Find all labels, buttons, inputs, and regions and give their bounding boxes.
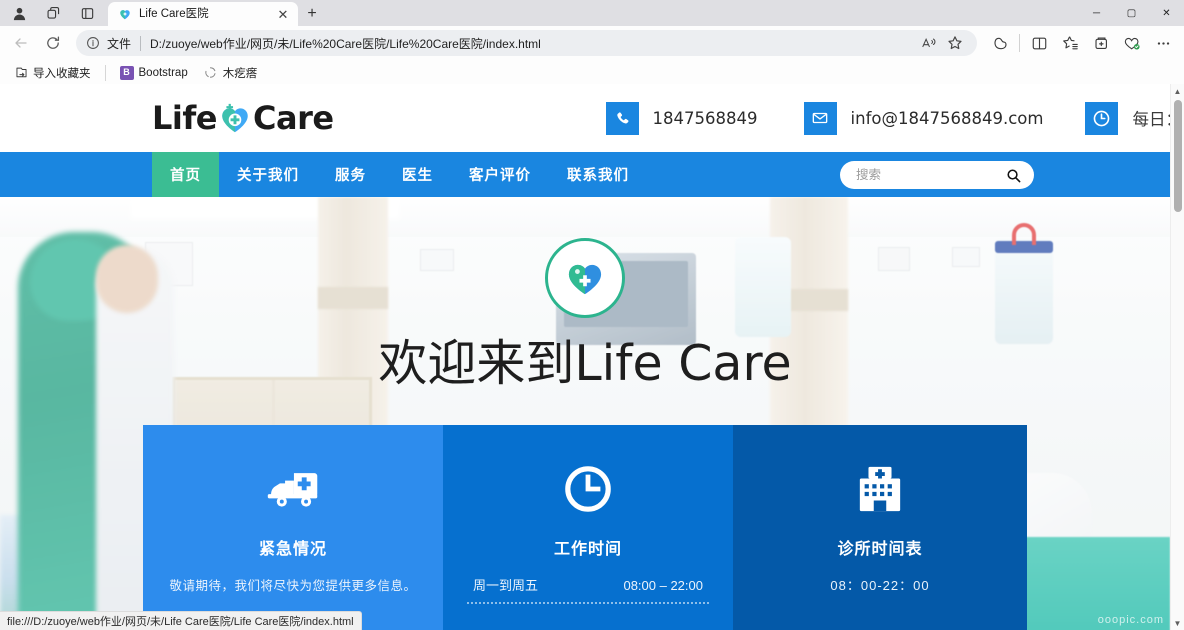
envelope-icon	[803, 101, 837, 135]
scheme-label: 文件	[107, 36, 132, 51]
search-icon[interactable]	[1006, 168, 1022, 183]
heart-plus-badge-icon	[568, 264, 602, 295]
browser-essentials-icon[interactable]	[1117, 29, 1147, 57]
card-title: 工作时间	[553, 541, 622, 558]
hero-title: 欢迎来到Life Care	[378, 335, 792, 392]
bookmark-label: 导入收藏夹	[33, 67, 91, 80]
split-screen-toolbar-icon[interactable]	[1024, 29, 1054, 57]
profile-icon[interactable]	[2, 0, 36, 26]
scrollbar-thumb[interactable]	[1174, 100, 1182, 212]
opening-hours: 每日：08:00 - 22:00	[1132, 110, 1170, 129]
heart-favicon	[120, 10, 130, 20]
settings-more-icon[interactable]	[1148, 29, 1178, 57]
card-working-hours[interactable]: 工作时间 周一到周五 08:00 – 22:00	[443, 425, 733, 630]
web-page: Life Care 1847568849 info@1847568849.com…	[0, 84, 1170, 630]
card-hours-value: 08:00 – 22:00	[623, 578, 703, 593]
scroll-up-arrow[interactable]: ▲	[1171, 84, 1184, 98]
card-hours-label: 周一到周五	[473, 578, 539, 593]
browser-toolbar: 文件 D:/zuoye/web作业/网页/未/Life%20Care医院/Lif…	[0, 26, 1184, 60]
page-scrollbar[interactable]: ▲ ▼	[1170, 84, 1184, 630]
bookmark-label: 木疙瘩	[222, 67, 258, 80]
scroll-down-arrow[interactable]: ▼	[1171, 616, 1184, 630]
search-box[interactable]	[840, 161, 1034, 189]
minimize-button[interactable]: ─	[1079, 0, 1114, 26]
hero-section: 欢迎来到Life Care 紧急情况 敬请期待，我们将尽快为您提供更多信息。 工…	[0, 197, 1170, 630]
hero-logo-badge	[545, 238, 625, 318]
bookmark-label: Bootstrap	[138, 66, 188, 79]
window-close-button[interactable]: ✕	[1149, 0, 1184, 26]
tab-title: Life Care医院	[139, 8, 209, 20]
omnibox-actions	[917, 32, 967, 54]
status-bar: file:///D:/zuoye/web作业/网页/未/Life Care医院/…	[0, 611, 362, 630]
bookmark-mugeda[interactable]: 木疙瘩	[198, 63, 264, 83]
reload-button[interactable]	[38, 29, 68, 57]
card-schedule-time: 08：00-22：00	[830, 578, 930, 593]
browser-tab[interactable]: Life Care医院 ✕	[108, 2, 298, 26]
tab-search-icon[interactable]	[36, 0, 70, 26]
nav-item-contact[interactable]: 联系我们	[549, 152, 647, 197]
header-contact-email[interactable]: info@1847568849.com	[803, 101, 1044, 135]
new-tab-button[interactable]: +	[298, 2, 326, 26]
site-logo[interactable]: Life Care	[152, 99, 334, 137]
read-aloud-icon[interactable]	[917, 32, 941, 54]
card-clinic-schedule[interactable]: 诊所时间表 08：00-22：00	[733, 425, 1027, 630]
page-viewport: Life Care 1847568849 info@1847568849.com…	[0, 84, 1184, 630]
toolbar-separator	[1019, 34, 1020, 52]
logo-text-right: Care	[252, 99, 334, 137]
header-contact-phone[interactable]: 1847568849	[605, 101, 758, 135]
copilot-icon[interactable]	[985, 29, 1015, 57]
hospital-building-icon	[757, 461, 1003, 517]
card-description: 敬请期待，我们将尽快为您提供更多信息。	[169, 579, 417, 593]
site-navigation: 首页 关于我们 服务 医生 客户评价 联系我们	[0, 152, 1170, 197]
site-header: Life Care 1847568849 info@1847568849.com…	[0, 84, 1170, 152]
bookmark-bootstrap[interactable]: B Bootstrap	[114, 64, 194, 82]
window-controls: ─ ▢ ✕	[1079, 0, 1184, 26]
back-button[interactable]	[6, 29, 36, 57]
toolbar-icons	[985, 29, 1178, 57]
tab-strip: Life Care医院 ✕ + ─ ▢ ✕	[0, 0, 1184, 26]
nav-item-doctors[interactable]: 医生	[384, 152, 451, 197]
card-title: 紧急情况	[258, 541, 327, 558]
card-title: 诊所时间表	[837, 541, 923, 558]
address-bar-url: D:/zuoye/web作业/网页/未/Life%20Care医院/Life%2…	[150, 36, 541, 51]
bookmarks-bar: 导入收藏夹 B Bootstrap 木疙瘩	[0, 60, 1184, 86]
heart-plus-icon	[222, 103, 248, 133]
search-container	[840, 161, 1034, 189]
tab-close-icon[interactable]: ✕	[275, 6, 291, 22]
add-favorite-icon[interactable]	[1055, 29, 1085, 57]
bookmark-separator	[104, 64, 106, 81]
card-hours-row: 周一到周五 08:00 – 22:00	[467, 575, 709, 604]
omnibox-divider	[140, 35, 142, 51]
phone-number: 1847568849	[652, 108, 758, 128]
collections-icon[interactable]	[1086, 29, 1116, 57]
logo-text-left: Life	[152, 99, 217, 137]
phone-icon	[605, 101, 639, 135]
nav-item-about[interactable]: 关于我们	[219, 152, 317, 197]
header-contact-hours: 每日：08:00 - 22:00	[1085, 101, 1170, 135]
bootstrap-icon: B	[119, 65, 134, 80]
spinner-icon	[204, 66, 218, 80]
ambulance-icon	[167, 461, 419, 517]
nav-item-home[interactable]: 首页	[152, 152, 219, 197]
image-watermark: ooopic.com	[1097, 614, 1164, 626]
split-screen-icon[interactable]	[70, 0, 104, 26]
email-address: info@1847568849.com	[850, 108, 1044, 128]
address-bar[interactable]: 文件 D:/zuoye/web作业/网页/未/Life%20Care医院/Lif…	[76, 30, 977, 56]
site-info-icon[interactable]	[86, 36, 101, 50]
import-favorites-icon	[14, 66, 28, 80]
browser-window: Life Care医院 ✕ + ─ ▢ ✕ 文件 D:/zuoye/web作业/…	[0, 0, 1184, 630]
card-emergency[interactable]: 紧急情况 敬请期待，我们将尽快为您提供更多信息。	[143, 425, 443, 630]
nav-item-services[interactable]: 服务	[317, 152, 384, 197]
clock-icon	[1085, 101, 1119, 135]
search-input[interactable]	[856, 168, 1006, 182]
favorite-star-icon[interactable]	[943, 32, 967, 54]
maximize-button[interactable]: ▢	[1114, 0, 1149, 26]
feature-cards: 紧急情况 敬请期待，我们将尽快为您提供更多信息。 工作时间 周一到周五 08:0…	[143, 425, 1027, 630]
clock-icon	[467, 461, 709, 517]
bookmark-import-favorites[interactable]: 导入收藏夹	[8, 63, 97, 83]
nav-item-testimonials[interactable]: 客户评价	[451, 152, 549, 197]
